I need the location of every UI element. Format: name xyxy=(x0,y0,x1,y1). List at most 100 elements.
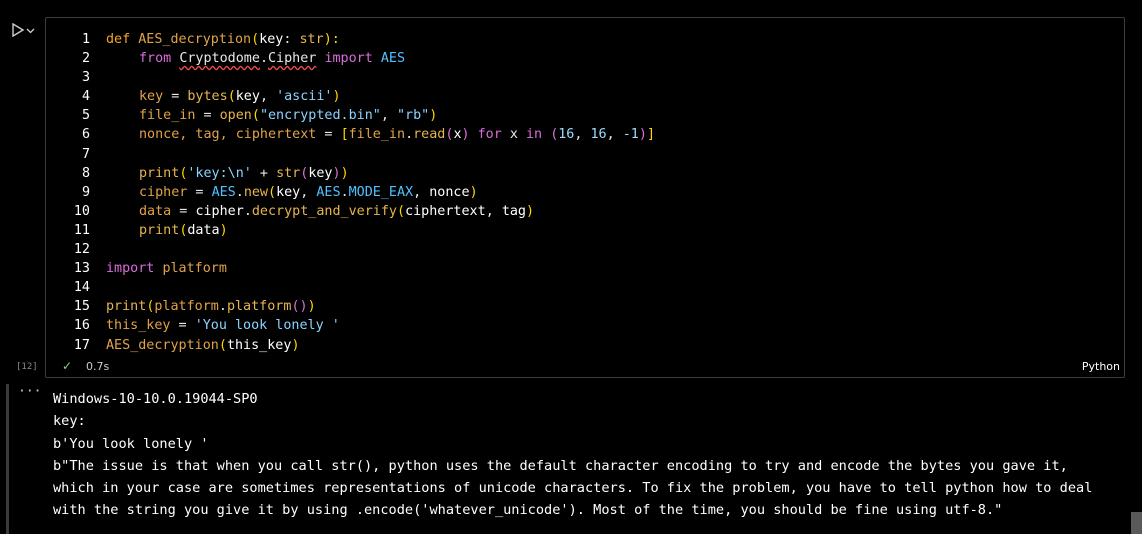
run-triangle-icon[interactable] xyxy=(12,23,24,37)
code-line[interactable]: 8 print('key:\n' + str(key)) xyxy=(46,164,349,183)
code-token: nonce xyxy=(429,184,470,200)
line-number: 14 xyxy=(73,280,90,296)
line-source: key = bytes(key, 'ascii') xyxy=(139,87,341,106)
line-number: 12 xyxy=(73,242,90,258)
code-token: = xyxy=(195,108,220,124)
code-token: import xyxy=(324,51,373,67)
code-token: print xyxy=(106,299,147,315)
code-line[interactable]: 2 from Cryptodome.Cipher import AES xyxy=(46,49,405,68)
code-token: , xyxy=(606,127,623,143)
code-token: . xyxy=(243,203,252,219)
code-token: . xyxy=(340,184,349,200)
code-token: + xyxy=(251,165,277,181)
code-token: key xyxy=(276,184,301,200)
code-token: key xyxy=(235,89,260,105)
line-number: 9 xyxy=(81,184,90,200)
code-line[interactable]: 7 xyxy=(46,145,90,164)
code-token: = xyxy=(187,184,212,200)
line-source: print(platform.platform()) xyxy=(106,297,316,316)
code-token: Cryptodome xyxy=(179,51,260,67)
code-editor[interactable]: 1 def AES_decryption(key: str): 2 from Cryp… xyxy=(45,17,1125,378)
line-number: 3 xyxy=(81,70,90,86)
code-token: 16 xyxy=(558,127,575,143)
cell-output: Windows-10-10.0.19044-SP0 key: b'You loo… xyxy=(53,391,1093,519)
language-selector[interactable]: Python xyxy=(1082,360,1120,373)
code-token: this_key xyxy=(106,318,171,334)
code-token: bytes xyxy=(187,89,228,105)
code-token: Cipher xyxy=(268,51,317,67)
code-token: ] xyxy=(646,127,655,143)
code-token: str xyxy=(299,32,324,47)
code-line[interactable]: 11 print(data) xyxy=(46,221,228,240)
code-token: str xyxy=(276,165,301,181)
code-token: [ xyxy=(340,127,349,143)
code-token: = xyxy=(316,127,341,143)
code-token: , xyxy=(574,127,591,143)
code-token: ) xyxy=(332,165,341,181)
code-line[interactable]: 17 AES_decryption(this_key) xyxy=(46,336,300,355)
line-number: 7 xyxy=(81,146,90,162)
code-token: MODE_EAX xyxy=(348,184,414,200)
line-source: this_key = 'You look lonely ' xyxy=(106,316,340,335)
code-token: new xyxy=(243,184,268,200)
code-token: , xyxy=(259,89,277,105)
code-token: this_key xyxy=(226,337,292,353)
code-token: ) xyxy=(526,203,535,219)
code-token: , xyxy=(300,184,317,200)
code-line[interactable]: 16 this_key = 'You look lonely ' xyxy=(46,316,340,335)
code-token: . xyxy=(218,299,227,315)
code-token: AES_decryption xyxy=(106,337,219,353)
cell-gutter: [12] xyxy=(0,0,46,380)
code-line[interactable]: 5 file_in = open("encrypted.bin", "rb") xyxy=(46,106,437,125)
code-token: ) xyxy=(340,165,349,181)
code-line[interactable]: 9 cipher = AES.new(key, AES.MODE_EAX, non… xyxy=(46,183,478,202)
code-token: platform xyxy=(154,299,219,315)
line-source: print(data) xyxy=(139,221,228,240)
output-more-icon[interactable]: ··· xyxy=(18,384,41,399)
line-number: 13 xyxy=(73,261,90,277)
code-line[interactable]: 3 xyxy=(46,68,90,87)
line-source: nonce, tag, ciphertext = [file_in.read(x… xyxy=(139,125,655,144)
code-token: key xyxy=(259,32,284,47)
code-token: import xyxy=(106,261,155,277)
code-token: , xyxy=(485,203,502,219)
code-line[interactable]: 6 nonce, tag, ciphertext = [file_in.read(… xyxy=(46,125,655,144)
code-token: = xyxy=(163,89,188,105)
code-token: platform xyxy=(226,299,292,315)
run-cell-button[interactable] xyxy=(12,20,42,40)
code-area[interactable]: 1 def AES_decryption(key: str): 2 from Cryp… xyxy=(46,30,655,355)
line-source: data = cipher.decrypt_and_verify(ciphert… xyxy=(139,202,534,221)
code-token: tag xyxy=(501,203,526,219)
code-line[interactable]: 13 import platform xyxy=(46,259,227,278)
code-token: = xyxy=(171,203,196,219)
line-number: 5 xyxy=(81,108,90,124)
code-line[interactable]: 12 xyxy=(46,240,90,259)
code-token: data xyxy=(139,203,172,219)
code-token: ( xyxy=(218,337,227,353)
code-token: data xyxy=(187,222,220,238)
code-line[interactable]: 15 print(platform.platform()) xyxy=(46,297,316,316)
code-token: 'ascii' xyxy=(276,89,333,105)
line-source: cipher = AES.new(key, AES.MODE_EAX, nonc… xyxy=(139,183,478,202)
code-line[interactable]: 10 data = cipher.decrypt_and_verify(ciphe… xyxy=(46,202,534,221)
code-token: ) xyxy=(461,127,470,143)
code-token: ) xyxy=(299,299,308,315)
code-token: cipher xyxy=(139,184,188,200)
code-token: . xyxy=(235,184,244,200)
line-number: 11 xyxy=(73,222,90,238)
chevron-down-icon[interactable] xyxy=(26,26,35,35)
code-token: ) xyxy=(638,127,647,143)
code-token: -1 xyxy=(622,127,639,143)
code-token: ) xyxy=(429,108,438,124)
code-token: x xyxy=(501,127,526,143)
code-token: . xyxy=(405,127,414,143)
scrollbar-thumb[interactable] xyxy=(1131,512,1142,534)
line-number: 16 xyxy=(73,318,90,334)
output-gutter-bar xyxy=(6,384,9,534)
code-token: from xyxy=(139,51,172,67)
code-token: in xyxy=(526,127,543,143)
code-line[interactable]: 1 def AES_decryption(key: str): xyxy=(46,30,340,49)
code-token: ( xyxy=(251,108,260,124)
code-line[interactable]: 14 xyxy=(46,278,90,297)
code-line[interactable]: 4 key = bytes(key, 'ascii') xyxy=(46,87,341,106)
